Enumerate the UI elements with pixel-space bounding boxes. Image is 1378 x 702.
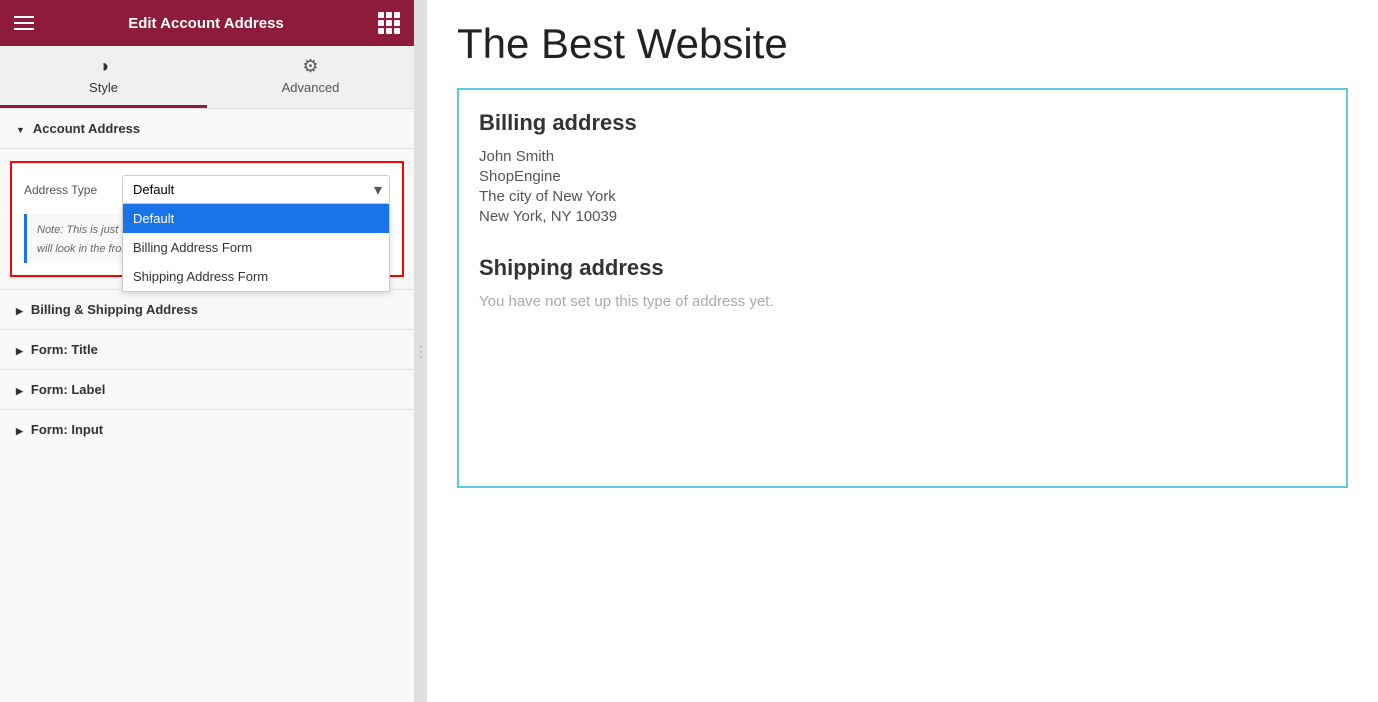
grid-icon[interactable]: [378, 12, 400, 34]
section-billing-shipping-arrow: [16, 302, 23, 317]
dropdown-item-billing[interactable]: Billing Address Form: [123, 233, 389, 262]
address-type-select-wrapper[interactable]: Default Billing Address Form Shipping Ad…: [122, 175, 390, 204]
section-form-label-header[interactable]: Form: Label: [0, 370, 414, 409]
section-form-input-arrow: [16, 422, 23, 437]
section-account-address-arrow: [16, 121, 25, 136]
dropdown-item-default[interactable]: Default: [123, 204, 389, 233]
canvas-content: Billing address John Smith ShopEngine Th…: [457, 88, 1348, 488]
panel-title: Edit Account Address: [128, 15, 284, 32]
shipping-empty-note: You have not set up this type of address…: [479, 293, 1326, 310]
panel-tabs: ◑ Style ⚙ Advanced: [0, 46, 414, 109]
hamburger-icon[interactable]: [14, 16, 34, 30]
advanced-icon: ⚙: [302, 56, 318, 77]
address-type-select[interactable]: Default Billing Address Form Shipping Ad…: [122, 175, 390, 204]
section-form-title-arrow: [16, 342, 23, 357]
left-panel: Edit Account Address ◑ Style ⚙ Advanced …: [0, 0, 415, 702]
address-line-2: ShopEngine: [479, 168, 1326, 185]
tab-style-label: Style: [89, 80, 118, 95]
section-account-address-label: Account Address: [33, 121, 140, 136]
address-type-row: Address Type Default Billing Address For…: [24, 175, 390, 204]
section-billing-shipping-label: Billing & Shipping Address: [31, 302, 198, 317]
section-form-input: Form: Input: [0, 409, 414, 449]
billing-title: Billing address: [479, 110, 1326, 136]
tab-advanced-label: Advanced: [282, 80, 340, 95]
section-form-title: Form: Title: [0, 329, 414, 369]
address-line-1: John Smith: [479, 148, 1326, 165]
panel-content: Account Address Address Type Default Bil…: [0, 109, 414, 702]
section-form-label-arrow: [16, 382, 23, 397]
section-form-input-label: Form: Input: [31, 422, 103, 437]
style-icon: ◑: [98, 56, 109, 77]
resize-handle[interactable]: ⋮: [415, 0, 427, 702]
section-billing-shipping: Billing & Shipping Address: [0, 289, 414, 329]
account-address-section: Address Type Default Billing Address For…: [10, 161, 404, 277]
shipping-title: Shipping address: [479, 255, 1326, 281]
section-form-label: Form: Label: [0, 369, 414, 409]
panel-header: Edit Account Address: [0, 0, 414, 46]
section-form-input-header[interactable]: Form: Input: [0, 410, 414, 449]
section-form-title-label: Form: Title: [31, 342, 98, 357]
section-form-title-header[interactable]: Form: Title: [0, 330, 414, 369]
tab-style[interactable]: ◑ Style: [0, 46, 207, 108]
section-account-address-header[interactable]: Account Address: [0, 109, 414, 149]
address-type-dropdown: Default Billing Address Form Shipping Ad…: [122, 204, 390, 292]
dropdown-item-shipping[interactable]: Shipping Address Form: [123, 262, 389, 291]
address-line-3: The city of New York: [479, 188, 1326, 205]
section-billing-shipping-header[interactable]: Billing & Shipping Address: [0, 290, 414, 329]
address-type-label: Address Type: [24, 183, 114, 197]
page-title: The Best Website: [457, 20, 1348, 68]
tab-advanced[interactable]: ⚙ Advanced: [207, 46, 414, 108]
section-form-label-label: Form: Label: [31, 382, 105, 397]
right-panel: The Best Website Billing address John Sm…: [427, 0, 1378, 702]
address-line-4: New York, NY 10039: [479, 208, 1326, 225]
